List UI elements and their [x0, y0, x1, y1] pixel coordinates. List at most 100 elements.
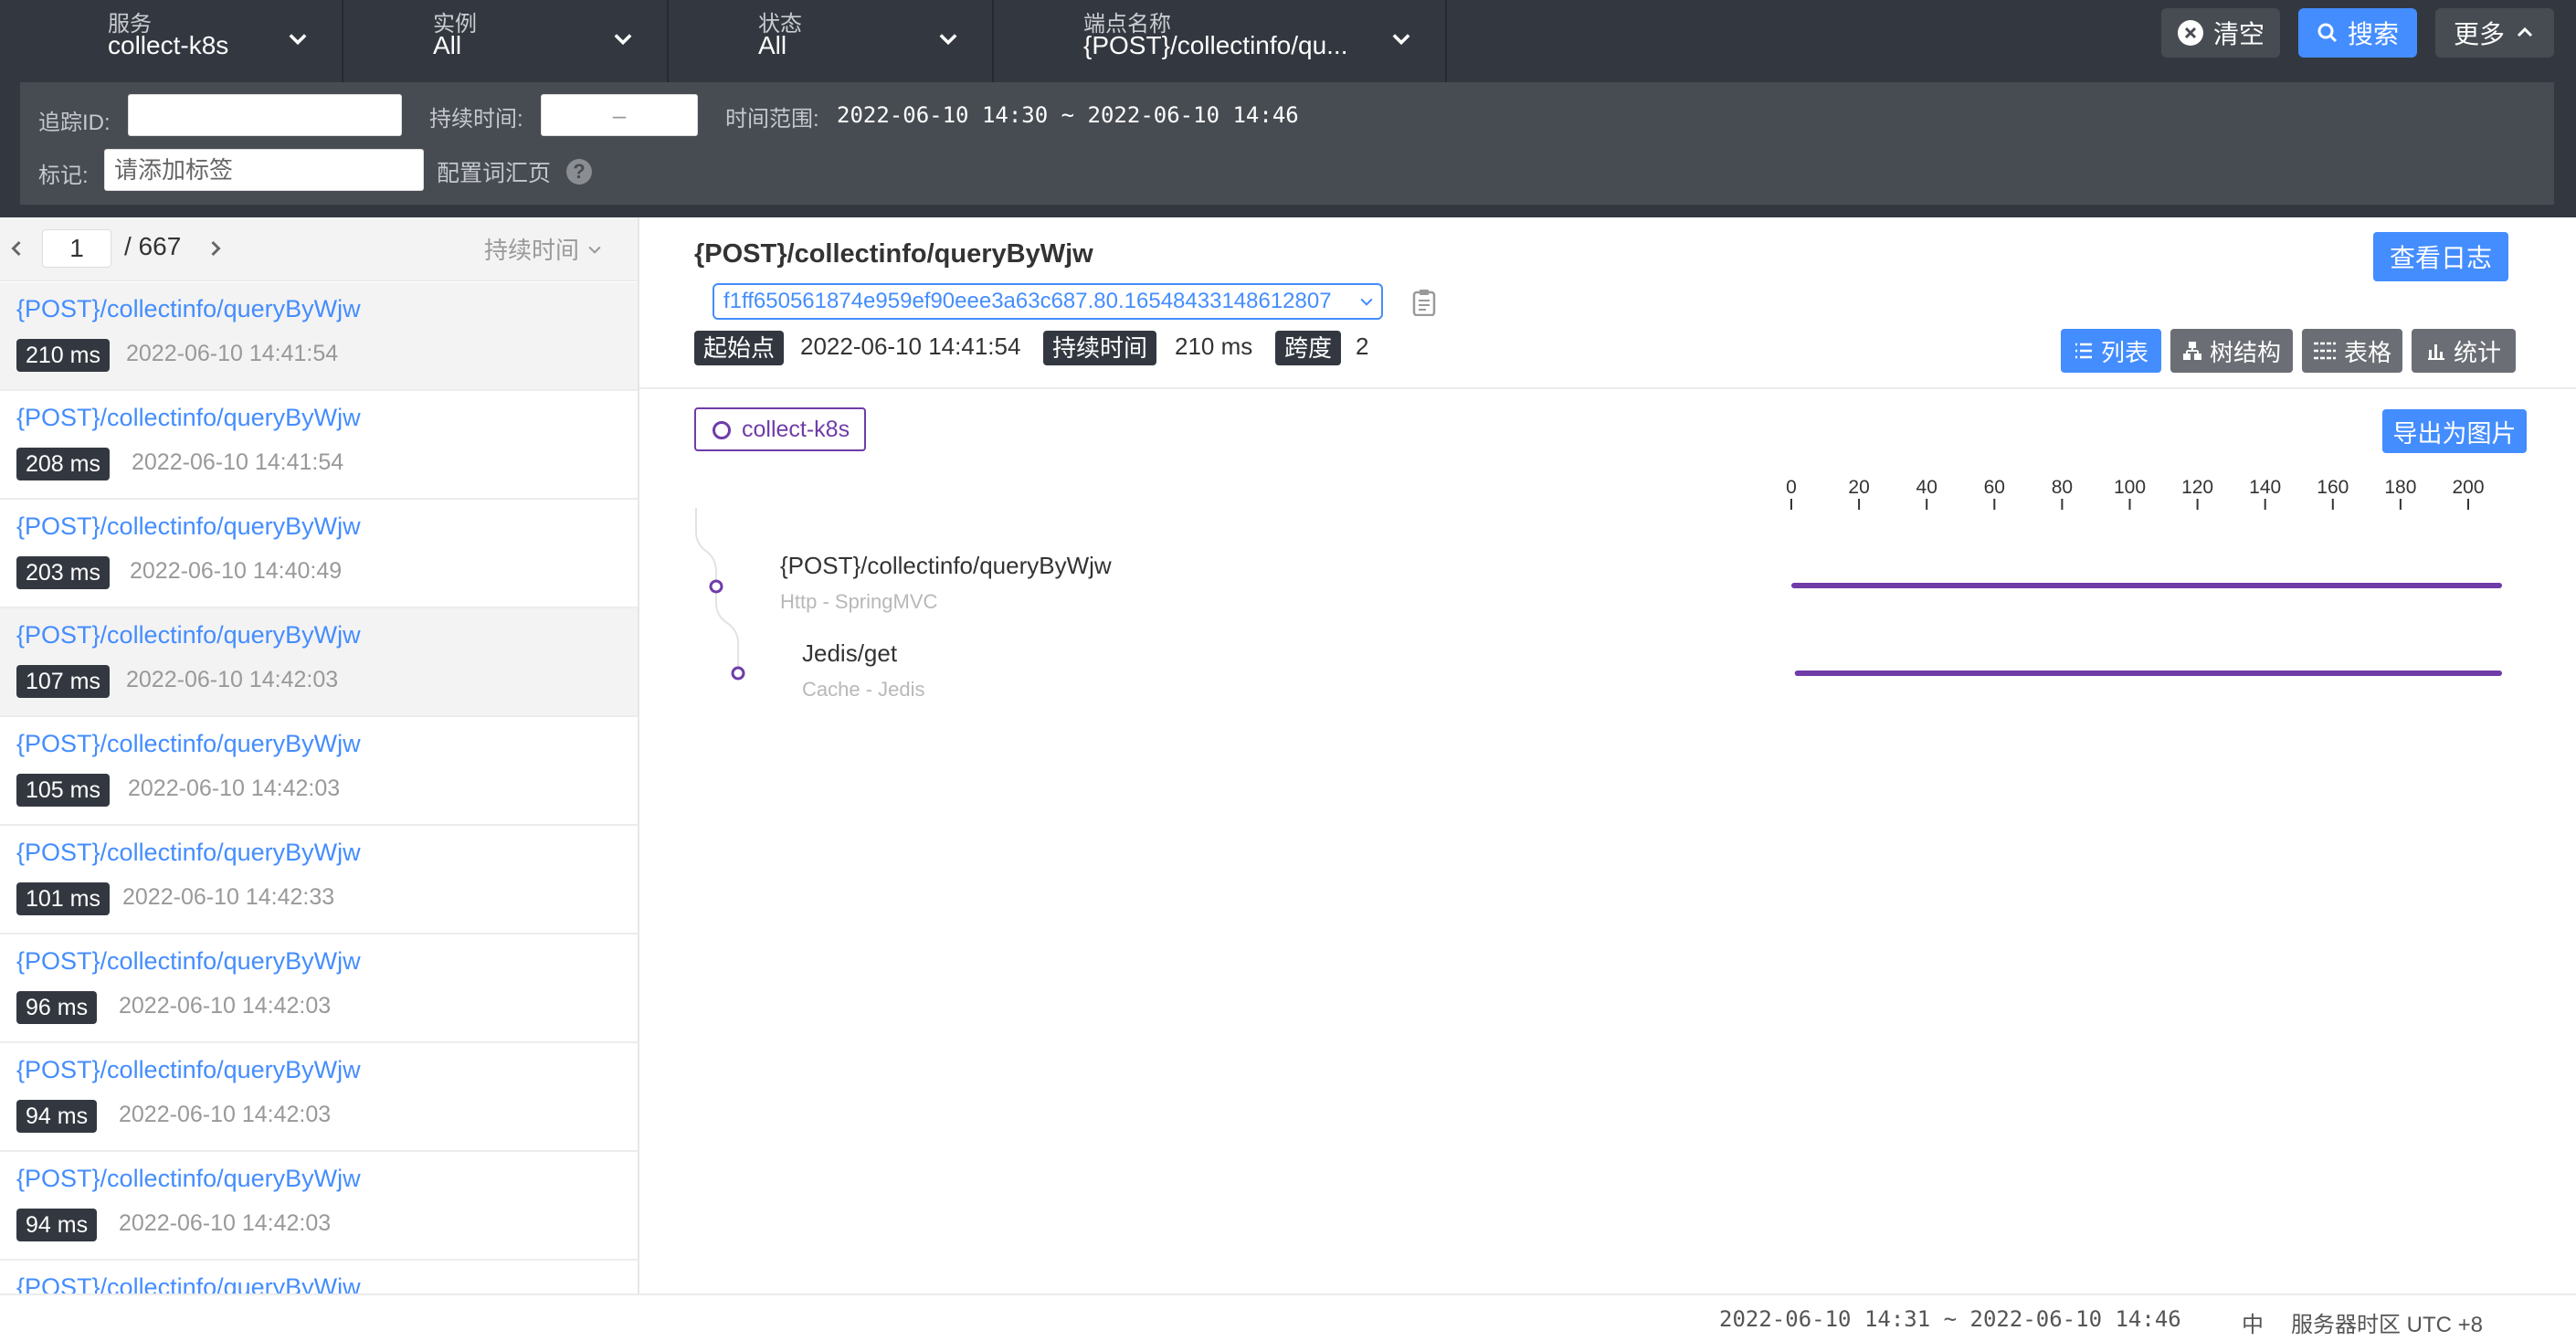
axis-tick-label: 100 [2114, 477, 2146, 498]
stats-view-button[interactable]: 统计 [2412, 329, 2516, 373]
table-icon [2313, 342, 2336, 360]
chevron-down-icon [1388, 26, 1414, 51]
axis-tick-label: 140 [2249, 477, 2281, 498]
duration-label: 持续时间: [429, 107, 523, 132]
chevron-right-icon[interactable] [203, 236, 228, 261]
chevron-down-icon [1360, 298, 1373, 306]
instance-filter[interactable]: 实例 All [343, 0, 669, 82]
chevron-down-icon [285, 26, 311, 51]
tag-input[interactable]: 请添加标签 [104, 149, 424, 191]
span-type: Cache - Jedis [802, 678, 925, 701]
axis-tick-label: 60 [1984, 477, 2005, 498]
export-image-button[interactable]: 导出为图片 [2382, 409, 2527, 453]
stats-view-label: 统计 [2453, 338, 2501, 366]
trace-list-item[interactable]: {POST}/collectinfo/queryByWjw [0, 1261, 638, 1293]
footer-time-range[interactable]: 2022-06-10 14:31 ~ 2022-06-10 14:46 [1719, 1306, 2181, 1332]
status-filter-value: All [758, 31, 787, 59]
trace-id-label: 追踪ID: [38, 111, 111, 135]
span-name[interactable]: Jedis/get [802, 639, 897, 668]
table-view-button[interactable]: 表格 [2302, 329, 2402, 373]
more-button-label: 更多 [2453, 20, 2505, 48]
list-view-label: 列表 [2100, 338, 2148, 366]
span-count-value: 2 [1356, 333, 1369, 360]
status-footer: 2022-06-10 14:31 ~ 2022-06-10 14:46 中 服务… [0, 1293, 2576, 1341]
trace-endpoint: {POST}/collectinfo/queryByWjw [16, 404, 361, 431]
trace-endpoint: {POST}/collectinfo/queryByWjw [16, 730, 361, 757]
chevron-down-icon [935, 26, 961, 51]
more-button[interactable]: 更多 [2435, 8, 2554, 58]
span-count-tag: 跨度 [1275, 331, 1342, 365]
trace-time: 2022-06-10 14:41:54 [132, 449, 344, 475]
trace-endpoint: {POST}/collectinfo/queryByWjw [16, 1056, 361, 1083]
top-filter-bar: 服务 collect-k8s 实例 All 状态 All 端点名称 {POST}… [0, 0, 2576, 82]
tag-label: 标记: [38, 164, 89, 188]
trace-time: 2022-06-10 14:40:49 [130, 558, 343, 584]
clipboard-icon[interactable] [1412, 289, 1436, 316]
tree-view-label: 树结构 [2209, 338, 2281, 366]
trace-time: 2022-06-10 14:42:03 [119, 1210, 332, 1236]
service-filter[interactable]: 服务 collect-k8s [0, 0, 343, 82]
divider [639, 387, 2576, 389]
table-view-label: 表格 [2343, 338, 2391, 366]
trace-list-item[interactable]: {POST}/collectinfo/queryByWjw 96 ms 2022… [0, 934, 638, 1043]
trace-list-item[interactable]: {POST}/collectinfo/queryByWjw 94 ms 2022… [0, 1152, 638, 1261]
service-name: collect-k8s [742, 417, 850, 442]
duration-value: 210 ms [1175, 333, 1253, 360]
service-ring-icon [713, 421, 731, 439]
close-circle-icon [2177, 20, 2203, 46]
trace-endpoint: {POST}/collectinfo/queryByWjw [16, 621, 361, 649]
endpoint-filter-value: {POST}/collectinfo/qu... [1083, 31, 1348, 59]
status-filter[interactable]: 状态 All [669, 0, 994, 82]
trace-endpoint: {POST}/collectinfo/queryByWjw [16, 947, 361, 975]
trace-endpoint: {POST}/collectinfo/queryByWjw [16, 1273, 361, 1293]
trace-time: 2022-06-10 14:42:03 [128, 776, 341, 801]
axis-tick-label: 40 [1916, 477, 1937, 498]
list-view-button[interactable]: 列表 [2061, 329, 2161, 373]
trace-endpoint: {POST}/collectinfo/queryByWjw [16, 512, 361, 540]
trace-id-input[interactable] [128, 94, 402, 136]
axis-tick-label: 20 [1848, 477, 1869, 498]
trace-list-item[interactable]: {POST}/collectinfo/queryByWjw 210 ms 202… [0, 282, 638, 391]
trace-list-item[interactable]: {POST}/collectinfo/queryByWjw 203 ms 202… [0, 500, 638, 608]
duration-badge: 203 ms [16, 556, 110, 589]
axis-tick-label: 200 [2452, 477, 2484, 498]
trace-time: 2022-06-10 14:42:03 [119, 1102, 332, 1127]
sort-by-duration[interactable]: 持续时间 [484, 232, 604, 266]
trace-list-item[interactable]: {POST}/collectinfo/queryByWjw 208 ms 202… [0, 391, 638, 500]
span-bar[interactable] [1794, 670, 2503, 676]
trace-title: {POST}/collectinfo/queryByWjw [694, 239, 1093, 269]
page-total: / 667 [124, 232, 182, 260]
language-toggle[interactable]: 中 [2242, 1306, 2264, 1338]
view-logs-button[interactable]: 查看日志 [2373, 232, 2508, 281]
span-type: Http - SpringMVC [780, 590, 938, 613]
chevron-left-icon[interactable] [4, 236, 29, 261]
span-name[interactable]: {POST}/collectinfo/queryByWjw [780, 552, 1112, 580]
duration-badge: 96 ms [16, 991, 98, 1024]
vocabulary-link[interactable]: 配置词汇页 [437, 155, 551, 188]
pagination: 1 / 667 持续时间 [0, 217, 638, 281]
time-range-value[interactable]: 2022-06-10 14:30 ~ 2022-06-10 14:46 [837, 102, 1299, 128]
chevron-down-icon [588, 246, 601, 254]
trace-id-select[interactable]: f1ff650561874e959ef90eee3a63c687.80.1654… [713, 283, 1383, 320]
span-tree-line [715, 586, 739, 672]
trace-list-item[interactable]: {POST}/collectinfo/queryByWjw 101 ms 202… [0, 826, 638, 934]
tree-view-button[interactable]: 树结构 [2170, 329, 2293, 373]
page-number-input[interactable]: 1 [42, 229, 111, 268]
trace-list: 1 / 667 持续时间 {POST}/collectinfo/queryByW… [0, 217, 639, 1293]
trace-list-item[interactable]: {POST}/collectinfo/queryByWjw 105 ms 202… [0, 717, 638, 826]
endpoint-filter[interactable]: 端点名称 {POST}/collectinfo/qu... [994, 0, 1447, 82]
span-bars [1791, 583, 2503, 676]
duration-input[interactable]: – [541, 94, 698, 136]
service-badge[interactable]: collect-k8s [694, 407, 867, 451]
trace-list-item[interactable]: {POST}/collectinfo/queryByWjw 94 ms 2022… [0, 1043, 638, 1152]
chevron-down-icon [610, 26, 636, 51]
duration-tag: 持续时间 [1043, 331, 1157, 365]
service-filter-value: collect-k8s [108, 31, 229, 59]
help-icon[interactable]: ? [566, 159, 592, 185]
clear-button[interactable]: 清空 [2161, 8, 2280, 58]
search-button[interactable]: 搜索 [2298, 8, 2417, 58]
span-bar[interactable] [1791, 583, 2503, 588]
trace-list-item[interactable]: {POST}/collectinfo/queryByWjw 107 ms 202… [0, 608, 638, 717]
bar-chart-icon [2427, 344, 2444, 360]
axis-tick-label: 160 [2317, 477, 2349, 498]
